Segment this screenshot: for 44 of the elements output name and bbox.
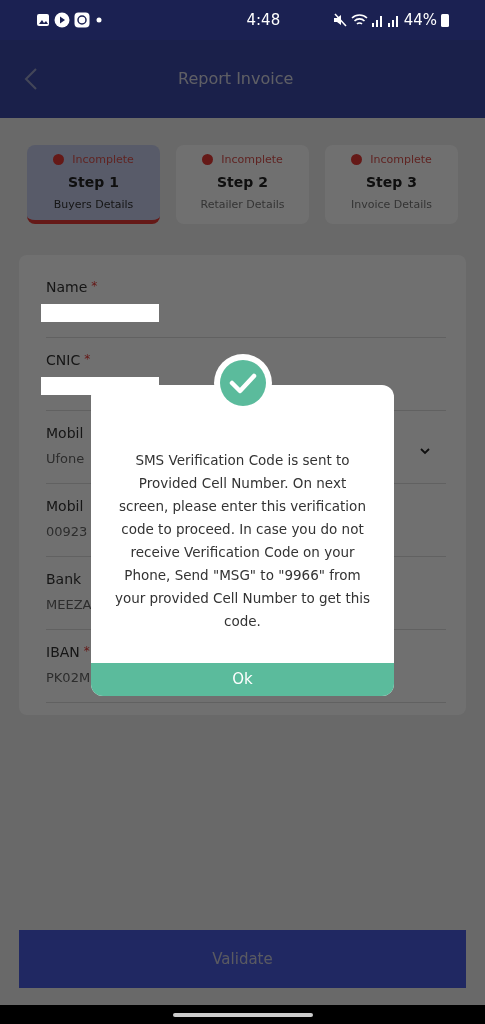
dot-icon [94,17,104,23]
field-value[interactable]: MEEZA [46,595,92,615]
battery-icon [441,13,449,27]
screen-title: Report Invoice [178,68,294,90]
step-title: Step 2 [217,173,268,192]
field-value[interactable]: 00923 [46,522,88,542]
required-mark: * [83,644,90,658]
dialog-message: SMS Verification Code is sent to Provided Cell Number. On next screen, please enter this verification code to proceed. In case you do not receive Verification Code on your Phone, Send "MSG" to "9966" from your provided Cell Number to get this code. [113,451,372,631]
field-label: Bank [46,571,82,587]
field-label: IBAN [46,644,80,660]
step-status: Incomplete [221,151,283,168]
field-label: Mobil [46,425,84,441]
clock-time: 4:48 [246,9,281,31]
app-icon [74,12,90,28]
status-dot [53,154,65,166]
status-dot [351,154,363,166]
required-mark: * [91,279,98,293]
step-title: Step 3 [366,173,417,192]
signal-icon [387,13,400,27]
step-tab[interactable]: Incomplete Step 3 Invoice Details [325,145,458,224]
step-status: Incomplete [370,151,432,168]
wifi-icon [350,13,368,27]
step-tab[interactable]: Incomplete Step 1 Buyers Details [27,145,160,224]
step-tab[interactable]: Incomplete Step 2 Retailer Details [176,145,309,224]
ok-button[interactable]: Ok [91,663,394,696]
step-subtitle: Retailer Details [200,197,285,213]
step-subtitle: Invoice Details [351,197,432,213]
step-status: Incomplete [72,151,134,168]
step-subtitle: Buyers Details [53,197,134,213]
field-value[interactable]: Ufone [46,449,85,469]
signal-icon [371,13,384,27]
field-label: Name [46,279,88,295]
battery-percent: 44% [403,9,437,31]
play-icon [54,12,70,28]
home-indicator[interactable] [172,1012,313,1017]
field-label: Mobil [46,498,84,514]
field-label: CNIC [46,352,81,368]
gallery-icon [36,13,50,27]
chevron-down-icon[interactable] [420,448,430,456]
step-title: Step 1 [68,173,119,192]
mute-icon [332,13,347,27]
status-dot [202,154,214,166]
required-mark: * [84,352,91,366]
field-value[interactable]: PK02M [46,668,91,688]
